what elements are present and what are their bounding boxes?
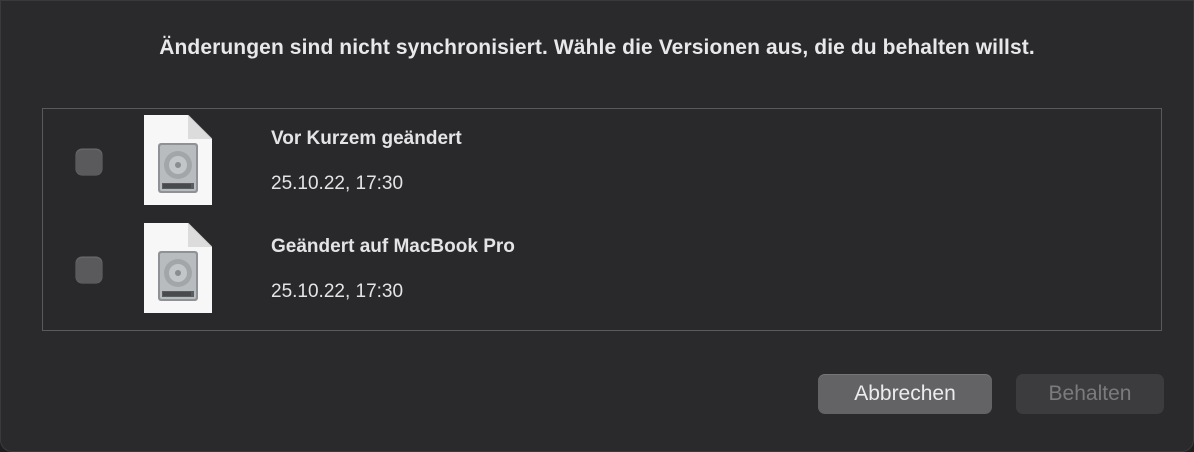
sync-conflict-dialog: Änderungen sind nicht synchronisiert. Wä… (0, 0, 1194, 452)
dialog-title: Änderungen sind nicht synchronisiert. Wä… (159, 36, 1035, 59)
document-disk-image-icon (144, 223, 212, 313)
version-name: Vor Kurzem geändert (271, 128, 462, 149)
version-date: 25.10.22, 17:30 (271, 173, 404, 194)
version-row[interactable]: Vor Kurzem geändert 25.10.22, 17:30 (43, 109, 1161, 217)
keep-button[interactable]: Behalten (1016, 374, 1164, 414)
cancel-button[interactable]: Abbrechen (818, 374, 992, 414)
version-checkbox[interactable] (76, 257, 102, 283)
version-date: 25.10.22, 17:30 (271, 281, 404, 302)
version-checkbox[interactable] (76, 149, 102, 175)
version-name: Geändert auf MacBook Pro (271, 236, 515, 257)
version-row[interactable]: Geändert auf MacBook Pro 25.10.22, 17:30 (43, 217, 1161, 325)
document-disk-image-icon (144, 115, 212, 205)
version-list: Vor Kurzem geändert 25.10.22, 17:30 Geän… (42, 108, 1162, 331)
